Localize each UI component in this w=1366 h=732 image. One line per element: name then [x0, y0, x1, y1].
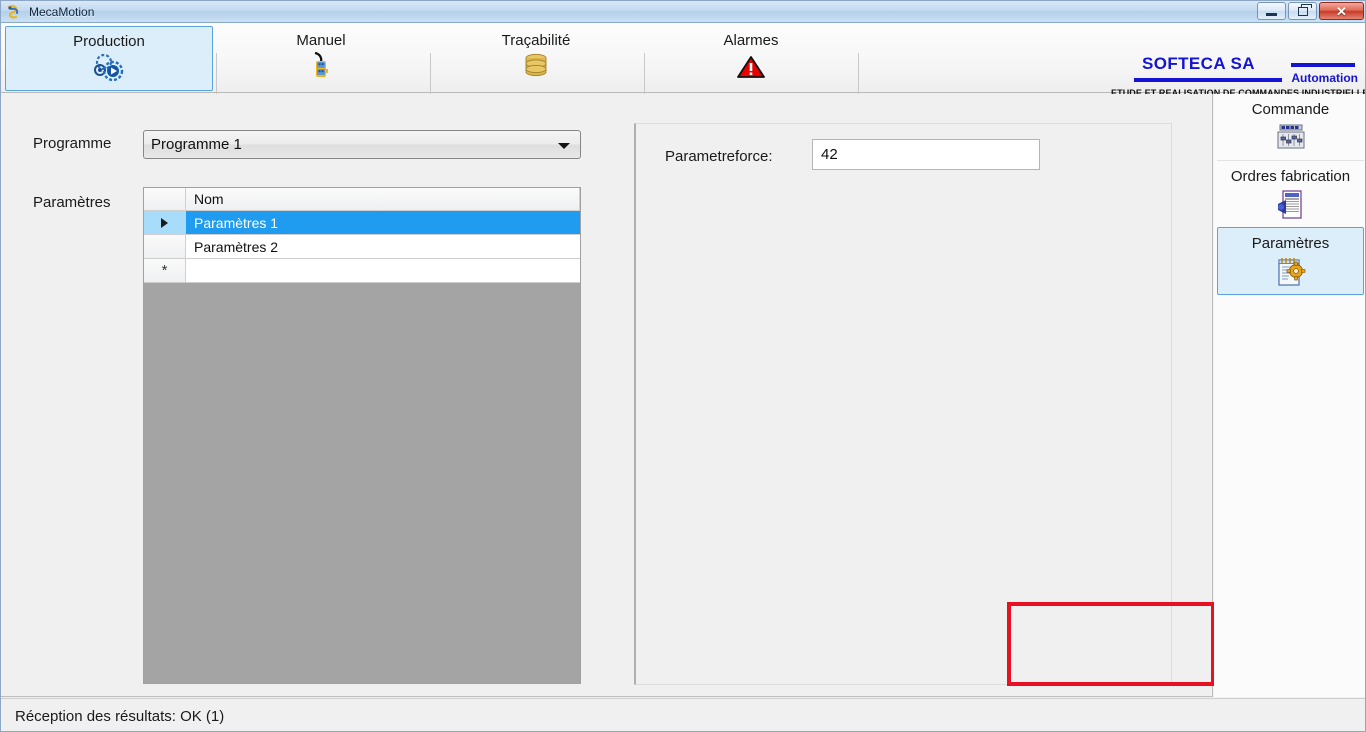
grid-column-header-nom: Nom — [186, 188, 580, 211]
new-row-selector-cell[interactable]: * — [144, 259, 186, 283]
status-message: Réception des résultats: OK (1) — [15, 707, 225, 725]
parametreforce-label: Parametreforce: — [665, 148, 773, 165]
sidebar-item-label: Ordres fabrication — [1230, 168, 1351, 185]
logo-bar-bottom — [1134, 78, 1282, 82]
tab-production[interactable]: Production — [5, 26, 213, 91]
table-new-row[interactable]: * — [144, 259, 580, 283]
tab-label: Traçabilité — [501, 32, 571, 49]
table-row[interactable]: Paramètres 2 — [144, 235, 580, 259]
logo-company-name: SOFTECA SA — [1142, 54, 1255, 73]
grid-cell-nom: Paramètres 2 — [186, 235, 580, 259]
right-sidebar: Commande Ordres fabrication Paramètres — [1214, 94, 1365, 697]
window-controls: ✕ — [1257, 2, 1364, 20]
programme-label: Programme — [33, 135, 112, 152]
mecamotion-logo-icon — [6, 4, 22, 20]
control-panel-sliders-icon — [1272, 121, 1310, 155]
gears-play-icon — [91, 52, 127, 84]
sidebar-item-commande[interactable]: Commande — [1217, 94, 1364, 160]
sidebar-item-label: Paramètres — [1251, 235, 1330, 252]
parametres-grid[interactable]: Nom Paramètres 1 Paramètres 2 * — [143, 187, 581, 684]
close-icon: ✕ — [1336, 3, 1347, 19]
programme-dropdown[interactable]: Programme 1 — [143, 130, 581, 159]
parametres-label: Paramètres — [33, 194, 111, 211]
tab-tracabilite[interactable]: Traçabilité — [441, 26, 631, 91]
tab-label: Production — [73, 33, 145, 50]
parametreforce-input[interactable]: 42 — [812, 139, 1040, 170]
minimize-icon — [1266, 13, 1277, 16]
minimize-button[interactable] — [1257, 2, 1286, 20]
chevron-down-icon — [558, 143, 570, 149]
maximize-button[interactable] — [1288, 2, 1317, 20]
grid-header-row: Nom — [144, 188, 580, 211]
title-bar: MecaMotion ✕ — [1, 1, 1365, 23]
tab-label: Alarmes — [723, 32, 779, 49]
logo-division: Automation — [1291, 71, 1358, 85]
row-selector-cell[interactable] — [144, 211, 186, 235]
database-icon — [518, 51, 554, 83]
close-button[interactable]: ✕ — [1319, 2, 1364, 20]
notepad-gear-icon — [1272, 255, 1310, 289]
application-window: MecaMotion ✕ Production Manuel Traçabili… — [0, 0, 1366, 732]
warning-triangle-icon — [733, 51, 769, 83]
handheld-pendant-icon — [303, 51, 339, 83]
annotation-highlight-box — [1007, 602, 1215, 686]
window-title: MecaMotion — [29, 4, 95, 19]
status-bar: Réception des résultats: OK (1) — [1, 698, 1365, 731]
parameter-detail-panel: Parametreforce: 42 — [634, 123, 1172, 685]
grid-cell-nom[interactable] — [186, 259, 580, 283]
table-row[interactable]: Paramètres 1 — [144, 211, 580, 235]
new-row-star-icon: * — [161, 261, 168, 279]
tab-manuel[interactable]: Manuel — [226, 26, 416, 91]
work-order-document-icon — [1272, 188, 1310, 222]
sidebar-item-ordres-fabrication[interactable]: Ordres fabrication — [1217, 160, 1364, 227]
programme-selected-value: Programme 1 — [151, 136, 242, 153]
maximize-icon — [1297, 3, 1312, 16]
main-tab-bar: Production Manuel Traçabilité Alarmes SO… — [1, 23, 1365, 105]
grid-cell-nom: Paramètres 1 — [186, 211, 580, 235]
row-arrow-icon — [161, 217, 168, 228]
row-selector-cell[interactable] — [144, 235, 186, 259]
grid-header-selector-cell — [144, 188, 186, 211]
sidebar-item-parametres[interactable]: Paramètres — [1217, 227, 1364, 295]
tab-label: Manuel — [296, 32, 346, 49]
logo-bar-top — [1291, 63, 1355, 67]
tab-alarmes[interactable]: Alarmes — [656, 26, 846, 91]
sidebar-item-label: Commande — [1251, 101, 1330, 118]
